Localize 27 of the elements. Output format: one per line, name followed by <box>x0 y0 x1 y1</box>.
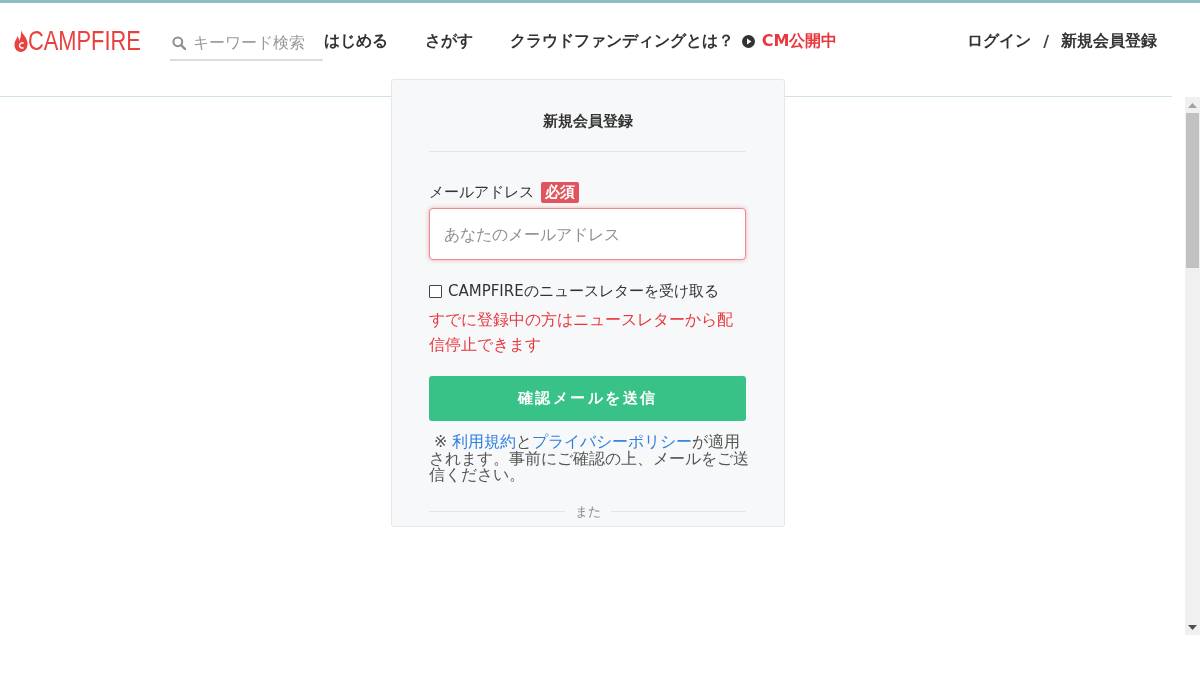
nav-link[interactable]: クラウドファンディングとは？ <box>509 30 734 52</box>
flame-icon <box>14 30 28 52</box>
site-logo[interactable]: CAMPFIRE <box>14 27 142 55</box>
inline-link[interactable]: プライバシーポリシー <box>532 432 693 451</box>
nav-link[interactable]: CM公開中 <box>741 30 838 52</box>
terms-note: ※ 利用規約 と プライバシーポリシーが適用されます。事前にご確認の上、メールをご送信ください。 <box>429 434 750 484</box>
email-input[interactable]: あなたのメールアドレス <box>429 208 746 260</box>
link-separator: / <box>1043 31 1049 51</box>
card-title: 新規会員登録 <box>541 111 634 131</box>
inline-link[interactable]: 利用規約 <box>452 432 517 451</box>
nav-link[interactable]: さがす <box>424 30 473 52</box>
newsletter-checkbox[interactable] <box>429 284 442 298</box>
scrollbar-track[interactable] <box>1185 97 1200 635</box>
scrollbar-thumb[interactable] <box>1186 113 1199 268</box>
nav-link[interactable]: はじめる <box>323 30 388 52</box>
unsubscribe-note: すでに登録中の方はニュースレターから配信停止できます <box>429 309 734 356</box>
account-link[interactable]: ログイン <box>967 30 1032 52</box>
down-arrow-icon[interactable] <box>1188 625 1197 630</box>
checkbox-label[interactable]: CAMPFIREのニュースレターを受け取る <box>448 281 719 301</box>
required-badge: 必須 <box>541 181 579 203</box>
up-arrow-icon[interactable] <box>1188 103 1197 108</box>
play-icon <box>741 34 755 48</box>
divider-label: また <box>574 503 601 520</box>
field-label: メールアドレス <box>429 182 534 202</box>
account-link[interactable]: 新規会員登録 <box>1061 30 1157 52</box>
search-field[interactable]: キーワード検索 <box>169 26 323 61</box>
search-icon <box>171 35 186 50</box>
